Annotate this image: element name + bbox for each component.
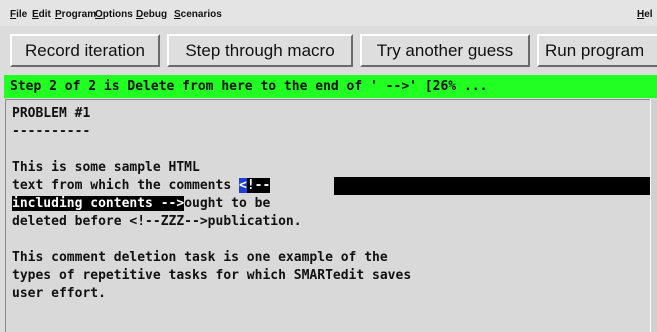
menu-program[interactable]: Program [55, 9, 96, 20]
editor-line: including contents -->ought to be [12, 195, 270, 213]
try-another-guess-button[interactable]: Try another guess [360, 34, 530, 67]
menu-edit[interactable]: Edit [32, 9, 51, 20]
editor-line: PROBLEM #1 [12, 106, 91, 121]
menu-file[interactable]: File [10, 9, 27, 20]
editor-text: text from which the comments [12, 178, 239, 193]
editor-line: This is some sample HTML [12, 160, 200, 175]
vertical-scrollbar[interactable] [650, 99, 657, 332]
menu-bar: File Edit Program Options Debug Scenario… [0, 0, 657, 26]
selection-highlight [334, 177, 650, 195]
menu-debug[interactable]: Debug [136, 9, 167, 20]
selected-text: including contents --> [12, 196, 185, 211]
toolbar: Record iteration Step through macro Try … [0, 26, 657, 73]
editor-line: deleted before <!--ZZZ-->publication. [12, 214, 302, 229]
editor-line: This comment deletion task is one exampl… [12, 250, 388, 265]
menu-options[interactable]: Options [95, 9, 133, 20]
editor-text: ought to be [184, 196, 271, 211]
text-cursor: < [238, 178, 247, 193]
text-editor[interactable]: PROBLEM #1 ---------- This is some sampl… [5, 99, 650, 332]
menu-scenarios[interactable]: Scenarios [174, 9, 222, 20]
selected-text: !-- [246, 178, 271, 193]
editor-line: text from which the comments <!-- [12, 177, 271, 195]
step-through-macro-button[interactable]: Step through macro [167, 34, 353, 67]
status-bar: Step 2 of 2 is Delete from here to the e… [4, 75, 657, 98]
editor-line: user effort. [12, 286, 106, 301]
menu-help[interactable]: Hel [637, 9, 653, 20]
editor-line: types of repetitive tasks for which SMAR… [12, 268, 412, 283]
run-program-button[interactable]: Run program [537, 34, 657, 67]
editor-line: ---------- [12, 124, 91, 139]
record-iteration-button[interactable]: Record iteration [10, 34, 160, 67]
